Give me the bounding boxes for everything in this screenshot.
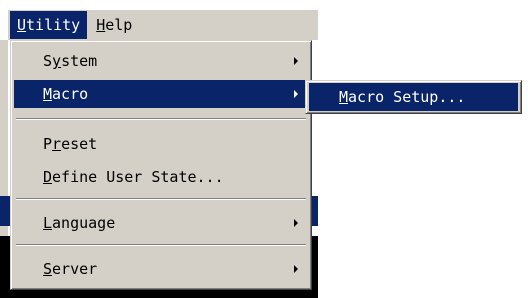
menubar-help[interactable]: Help: [89, 11, 139, 39]
mnemonic-char: r: [52, 135, 62, 153]
submenu-arrow-icon: [294, 57, 298, 65]
menu-item-macro[interactable]: Macro: [14, 80, 308, 108]
mnemonic-char: S: [43, 260, 53, 278]
menu-item-label-pre: S: [43, 52, 53, 70]
menu-item-label-rest: eset: [61, 135, 98, 153]
menu-item-label-rest: anguage: [52, 214, 116, 232]
mnemonic-char: y: [52, 52, 62, 70]
menu-bar: Utility Help: [8, 10, 318, 40]
menu-separator: [16, 244, 306, 246]
mnemonic-char: D: [43, 168, 53, 186]
menu-separator: [16, 118, 306, 120]
menubar-label: elp: [105, 16, 133, 34]
mnemonic-char: U: [17, 16, 27, 34]
menubar-label: tility: [26, 16, 81, 34]
submenu-arrow-icon: [294, 90, 298, 98]
menu-item-preset[interactable]: Preset: [14, 130, 308, 158]
background-border: [0, 292, 318, 294]
menu-item-label-rest: acro: [52, 85, 89, 103]
menu-item-label-pre: P: [43, 135, 53, 153]
menu-item-label-rest: stem: [61, 52, 98, 70]
menu-item-label-rest: acro Setup...: [348, 88, 466, 106]
mnemonic-char: L: [43, 214, 53, 232]
mnemonic-char: M: [43, 85, 53, 103]
mnemonic-char: H: [96, 16, 106, 34]
mnemonic-char: M: [339, 88, 349, 106]
menu-item-macro-setup[interactable]: Macro Setup...: [309, 83, 518, 111]
menu-item-system[interactable]: System: [14, 47, 308, 75]
submenu-arrow-icon: [294, 265, 298, 273]
submenu-arrow-icon: [294, 219, 298, 227]
macro-submenu: Macro Setup...: [305, 80, 522, 114]
menubar-utility[interactable]: Utility: [10, 11, 88, 39]
menu-item-label-rest: efine User State...: [52, 168, 224, 186]
menu-separator: [16, 198, 306, 200]
utility-menu: System Macro Preset Define User State...…: [10, 40, 312, 290]
menu-item-language[interactable]: Language: [14, 209, 308, 237]
menu-item-label-rest: erver: [52, 260, 98, 278]
menu-item-server[interactable]: Server: [14, 255, 308, 283]
menu-item-define-user-state[interactable]: Define User State...: [14, 163, 308, 191]
